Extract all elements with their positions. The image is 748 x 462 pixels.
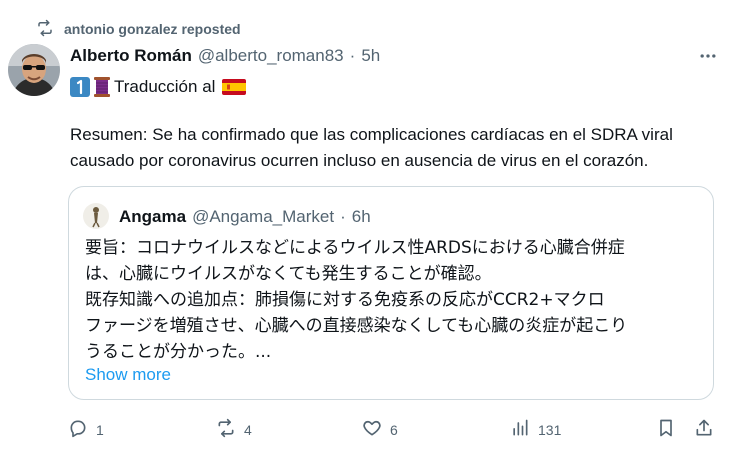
post-first-line-text: Traducción al bbox=[114, 77, 216, 96]
like-button[interactable]: 6 bbox=[362, 418, 398, 441]
bookmark-button[interactable] bbox=[656, 418, 676, 441]
repost-count: 4 bbox=[244, 421, 252, 438]
separator: · bbox=[349, 46, 356, 65]
repost-label: antonio gonzalez reposted bbox=[64, 21, 241, 37]
quoted-line: 要旨：コロナウイルスなどによるウイルス性ARDSにおける心臓合併症 bbox=[85, 238, 625, 258]
reply-button[interactable]: 1 bbox=[68, 418, 104, 441]
repost-icon bbox=[216, 418, 236, 441]
share-icon bbox=[694, 418, 714, 441]
repost-button[interactable]: 4 bbox=[216, 418, 252, 441]
post-header: Alberto Román @alberto_roman83 · 5h bbox=[70, 46, 380, 66]
quoted-line: うることが分かった。... bbox=[85, 342, 272, 362]
quoted-line: は、心臓にウイルスがなくても発生することが確認。 bbox=[85, 264, 492, 284]
bookmark-icon bbox=[656, 418, 676, 441]
repost-context[interactable]: antonio gonzalez reposted bbox=[36, 18, 241, 40]
keycap-one-emoji bbox=[70, 77, 90, 97]
quoted-avatar[interactable] bbox=[83, 203, 109, 229]
quoted-time[interactable]: 6h bbox=[352, 207, 371, 227]
quoted-author-name[interactable]: Angama bbox=[119, 207, 186, 227]
share-button[interactable] bbox=[694, 418, 714, 441]
views-button[interactable]: 131 bbox=[510, 418, 561, 441]
heart-icon bbox=[362, 418, 382, 441]
more-dots-icon bbox=[698, 46, 718, 71]
post-time[interactable]: 5h bbox=[361, 46, 380, 66]
author-handle[interactable]: @alberto_roman83 bbox=[198, 46, 344, 66]
author-name[interactable]: Alberto Román bbox=[70, 46, 192, 66]
show-more-link[interactable]: Show more bbox=[85, 365, 171, 385]
quoted-line: 既存知識への追加点：肺損傷に対する免疫系の反応がCCR2+マクロ bbox=[85, 290, 605, 310]
repost-icon bbox=[36, 19, 54, 40]
quoted-line: ファージを増殖させ、心臓への直接感染なくしても心臓の炎症が起こり bbox=[85, 316, 628, 336]
quoted-header: Angama @Angama_Market · 6h bbox=[119, 207, 371, 227]
quoted-author-handle[interactable]: @Angama_Market bbox=[192, 207, 334, 227]
spain-flag-emoji bbox=[222, 79, 247, 95]
reply-icon bbox=[68, 418, 88, 441]
quoted-post[interactable]: Angama @Angama_Market · 6h 要旨：コロナウイルスなどに… bbox=[68, 186, 714, 400]
views-count: 131 bbox=[538, 421, 562, 438]
thread-spool-emoji bbox=[93, 76, 111, 98]
quoted-body: 要旨：コロナウイルスなどによるウイルス性ARDSにおける心臓合併症 は、心臓にウ… bbox=[85, 235, 695, 365]
avatar[interactable] bbox=[8, 44, 60, 96]
reply-count: 1 bbox=[96, 421, 104, 438]
quoted-separator: · bbox=[340, 207, 346, 226]
action-bar: 1 4 6 131 bbox=[68, 418, 728, 444]
more-options-button[interactable] bbox=[694, 44, 722, 72]
like-count: 6 bbox=[390, 421, 398, 438]
views-chart-icon bbox=[510, 418, 530, 441]
post-body: Resumen: Se ha confirmado que las compli… bbox=[70, 125, 673, 170]
post-first-line: Traducción al bbox=[70, 74, 247, 100]
